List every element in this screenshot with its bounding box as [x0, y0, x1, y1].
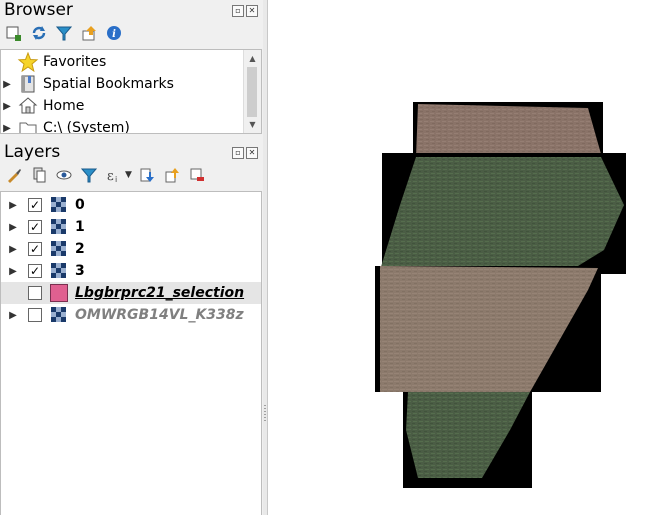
float-panel-button[interactable]: ▫ — [232, 5, 244, 17]
layer-visibility-checkbox[interactable]: ✓ — [28, 220, 42, 234]
layers-dock-buttons: ▫ ✕ — [232, 147, 258, 159]
visibility-button[interactable] — [54, 165, 74, 185]
add-layer-icon — [6, 26, 21, 41]
float-panel-button[interactable]: ▫ — [232, 147, 244, 159]
bookmark-book-icon — [21, 75, 35, 93]
browser-toolbar: i — [4, 23, 124, 43]
expand-all-button[interactable] — [137, 165, 157, 185]
remove-layer-button[interactable] — [187, 165, 207, 185]
chevron-down-icon[interactable]: ▼ — [125, 170, 132, 180]
layer-name: 2 — [75, 241, 85, 257]
properties-button[interactable]: i — [104, 23, 124, 43]
layer-visibility-checkbox[interactable] — [28, 286, 42, 300]
collapse-all-button[interactable] — [79, 23, 99, 43]
refresh-icon — [32, 26, 46, 40]
raster-tile-3 — [403, 392, 532, 488]
layer-row-selection[interactable]: Lbgbrprc21_selection — [1, 282, 261, 304]
expand-arrow-icon[interactable]: ▶ — [7, 310, 19, 321]
browser-panel-title: Browser — [4, 0, 73, 20]
add-layer-button[interactable] — [4, 23, 24, 43]
filter-button[interactable] — [54, 23, 74, 43]
refresh-button[interactable] — [29, 23, 49, 43]
layer-visibility-checkbox[interactable] — [28, 308, 42, 322]
expand-arrow-icon[interactable]: ▶ — [1, 101, 13, 112]
layer-name: OMWRGB14VL_K338z — [75, 307, 244, 323]
filter-expression-button[interactable]: εi — [104, 165, 124, 185]
raster-icon — [51, 197, 66, 212]
raster-icon — [51, 307, 66, 322]
paint-brush-icon — [8, 169, 21, 183]
layer-visibility-checkbox[interactable]: ✓ — [28, 242, 42, 256]
scroll-up-arrow-icon[interactable]: ▲ — [244, 50, 261, 67]
layer-name: Lbgbrprc21_selection — [75, 285, 245, 301]
raster-tile-1 — [380, 153, 626, 274]
layer-visibility-checkbox[interactable]: ✓ — [28, 264, 42, 278]
expand-arrow-icon[interactable]: ▶ — [7, 266, 19, 277]
filter-icon — [56, 26, 72, 41]
layer-row-0[interactable]: ▶ ✓ 0 — [1, 194, 261, 216]
raster-icon — [51, 263, 66, 278]
add-group-icon — [33, 167, 46, 183]
folder-icon — [19, 122, 37, 133]
expand-arrow-icon[interactable]: ▶ — [7, 244, 19, 255]
layer-name: 1 — [75, 219, 85, 235]
expression-epsilon-icon: εi — [107, 169, 117, 183]
raster-tile-0 — [413, 102, 603, 157]
svg-text:i: i — [115, 175, 117, 183]
remove-layer-icon — [190, 168, 204, 181]
layer-row-1[interactable]: ▶ ✓ 1 — [1, 216, 261, 238]
layers-tree: ▶ ✓ 0 ▶ ✓ 1 ▶ ✓ 2 ▶ ✓ 3 Lbgbrprc21_selec… — [0, 191, 262, 515]
splitter-grip[interactable] — [264, 405, 266, 421]
expand-arrow-icon[interactable]: ▶ — [7, 200, 19, 211]
layer-row-2[interactable]: ▶ ✓ 2 — [1, 238, 261, 260]
browser-dock-buttons: ▫ ✕ — [232, 5, 258, 17]
collapse-all-icon — [165, 168, 179, 183]
expand-arrow-icon[interactable]: ▶ — [1, 79, 13, 90]
layer-name: 0 — [75, 197, 85, 213]
eye-icon — [56, 170, 72, 180]
browser-item-label: C:\ (System) — [43, 120, 130, 134]
browser-item-c-drive[interactable]: ▶ C:\ (System) — [1, 117, 261, 134]
info-icon: i — [107, 26, 121, 40]
svg-text:ε: ε — [107, 169, 114, 183]
left-dock: Browser ▫ ✕ i Favorites ▶ Spatial Bookma… — [0, 0, 263, 515]
raster-icon — [51, 241, 66, 256]
polygon-fill-swatch-icon — [50, 284, 68, 302]
browser-item-spatial-bookmarks[interactable]: ▶ Spatial Bookmarks — [1, 73, 261, 95]
expand-arrow-icon[interactable]: ▶ — [7, 222, 19, 233]
raster-tile-2 — [375, 266, 601, 392]
layer-visibility-checkbox[interactable]: ✓ — [28, 198, 42, 212]
layer-name: 3 — [75, 263, 85, 279]
close-panel-button[interactable]: ✕ — [246, 5, 258, 17]
browser-item-home[interactable]: ▶ Home — [1, 95, 261, 117]
collapse-all-layers-button[interactable] — [162, 165, 182, 185]
expand-all-icon — [140, 168, 154, 182]
scroll-down-arrow-icon[interactable]: ▼ — [244, 116, 261, 133]
browser-tree: Favorites ▶ Spatial Bookmarks ▶ Home ▶ C… — [0, 49, 262, 134]
layer-styling-button[interactable] — [4, 165, 24, 185]
layers-toolbar: εi ▼ — [4, 165, 207, 185]
collapse-all-icon — [82, 26, 96, 41]
layer-row-3[interactable]: ▶ ✓ 3 — [1, 260, 261, 282]
browser-item-favorites[interactable]: Favorites — [1, 51, 261, 73]
browser-item-label: Home — [43, 98, 85, 114]
layer-row-omwrgb[interactable]: ▶ OMWRGB14VL_K338z — [1, 304, 261, 326]
browser-item-label: Spatial Bookmarks — [43, 76, 174, 92]
filter-legend-button[interactable] — [79, 165, 99, 185]
scrollbar-thumb[interactable] — [247, 67, 257, 117]
browser-item-label: Favorites — [43, 54, 107, 70]
expand-arrow-icon[interactable]: ▶ — [1, 123, 13, 134]
map-rendering — [375, 102, 626, 488]
browser-scrollbar[interactable]: ▲ ▼ — [243, 50, 261, 133]
raster-icon — [51, 219, 66, 234]
map-canvas[interactable] — [267, 0, 664, 515]
layers-panel-title: Layers — [4, 142, 61, 162]
filter-icon — [81, 168, 97, 183]
add-group-button[interactable] — [29, 165, 49, 185]
star-icon — [17, 52, 39, 72]
svg-text:i: i — [112, 29, 116, 40]
home-icon — [18, 97, 38, 114]
close-panel-button[interactable]: ✕ — [246, 147, 258, 159]
